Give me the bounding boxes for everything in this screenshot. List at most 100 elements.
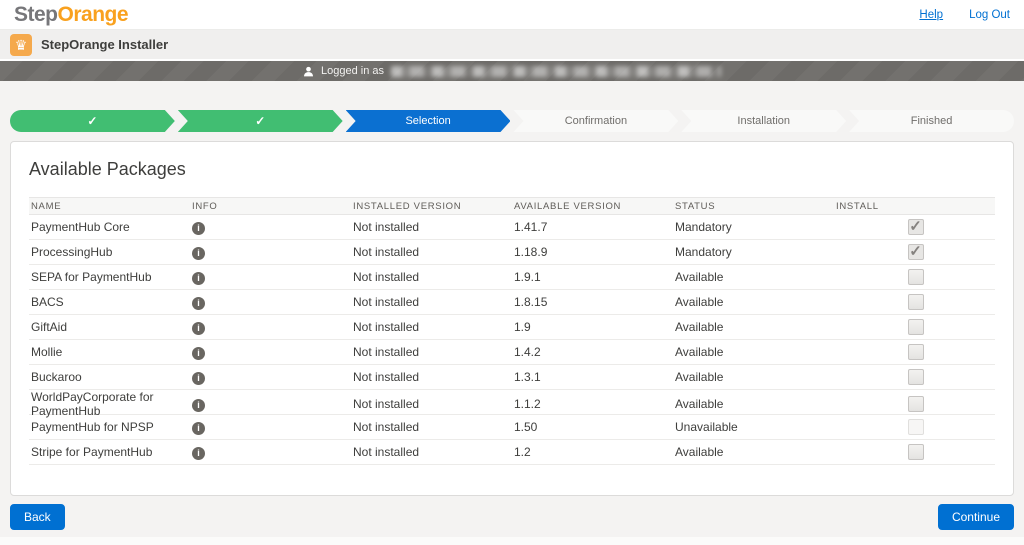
table-row: Buckaroo i Not installed 1.3.1 Available xyxy=(29,365,995,390)
continue-button[interactable]: Continue xyxy=(938,504,1014,530)
installed-version-cell: Not installed xyxy=(351,245,512,259)
info-cell: i xyxy=(190,320,351,335)
logout-link[interactable]: Log Out xyxy=(969,9,1010,21)
package-name-cell: Mollie xyxy=(29,345,190,359)
install-checkbox: ✓ xyxy=(908,219,924,235)
top-bar: StepOrange Help Log Out xyxy=(0,0,1024,30)
column-header-info: Info xyxy=(190,201,351,212)
user-icon xyxy=(303,66,314,77)
wizard-step-finished: Finished xyxy=(849,110,1014,132)
available-version-cell: 1.3.1 xyxy=(512,370,673,384)
column-header-status: Status xyxy=(673,201,834,212)
available-version-cell: 1.1.2 xyxy=(512,397,673,411)
info-cell: i xyxy=(190,445,351,460)
install-cell xyxy=(834,344,995,360)
status-cell: Mandatory xyxy=(673,245,834,259)
column-header-available-version: Available Version xyxy=(512,201,673,212)
available-version-cell: 1.9 xyxy=(512,320,673,334)
package-name-cell: BACS xyxy=(29,295,190,309)
wizard-step-confirmation: Confirmation xyxy=(513,110,678,132)
available-version-cell: 1.9.1 xyxy=(512,270,673,284)
table-row: SEPA for PaymentHub i Not installed 1.9.… xyxy=(29,265,995,290)
wizard-step-done-2: ✓ xyxy=(178,110,343,132)
install-checkbox xyxy=(908,419,924,435)
install-checkbox[interactable] xyxy=(908,269,924,285)
info-icon[interactable]: i xyxy=(192,322,205,335)
logged-in-bar: Logged in as xyxy=(0,61,1024,81)
table-row: Mollie i Not installed 1.4.2 Available xyxy=(29,340,995,365)
info-cell: i xyxy=(190,397,351,412)
install-cell xyxy=(834,319,995,335)
package-name-cell: SEPA for PaymentHub xyxy=(29,270,190,284)
install-cell xyxy=(834,396,995,412)
installed-version-cell: Not installed xyxy=(351,397,512,411)
logged-in-label: Logged in as xyxy=(321,65,384,77)
wizard-step-label: Confirmation xyxy=(565,115,627,127)
package-name-cell: WorldPayCorporate for PaymentHub xyxy=(29,390,190,418)
install-checkbox[interactable] xyxy=(908,369,924,385)
install-checkbox[interactable] xyxy=(908,396,924,412)
status-cell: Unavailable xyxy=(673,420,834,434)
info-icon[interactable]: i xyxy=(192,372,205,385)
info-cell: i xyxy=(190,370,351,385)
wizard-step-selection: Selection xyxy=(346,110,511,132)
install-checkbox: ✓ xyxy=(908,244,924,260)
help-link[interactable]: Help xyxy=(919,9,943,21)
package-name-cell: Stripe for PaymentHub xyxy=(29,445,190,459)
info-icon[interactable]: i xyxy=(192,272,205,285)
install-cell: ✓ xyxy=(834,219,995,235)
wizard: ✓ ✓ Selection Confirmation Installation … xyxy=(10,110,1014,132)
top-links: Help Log Out xyxy=(919,9,1010,21)
installed-version-cell: Not installed xyxy=(351,295,512,309)
logo-step-text: Step xyxy=(14,3,58,26)
table-header: Name Info Installed Version Available Ve… xyxy=(29,197,995,215)
available-version-cell: 1.8.15 xyxy=(512,295,673,309)
bottom-strip xyxy=(0,537,1024,545)
info-icon[interactable]: i xyxy=(192,447,205,460)
available-version-cell: 1.2 xyxy=(512,445,673,459)
back-button[interactable]: Back xyxy=(10,504,65,530)
status-cell: Available xyxy=(673,370,834,384)
install-cell xyxy=(834,444,995,460)
redacted-username xyxy=(391,66,721,77)
installed-version-cell: Not installed xyxy=(351,420,512,434)
footer-actions: Back Continue xyxy=(10,504,1014,530)
status-cell: Mandatory xyxy=(673,220,834,234)
install-cell xyxy=(834,369,995,385)
install-checkbox[interactable] xyxy=(908,319,924,335)
info-icon[interactable]: i xyxy=(192,297,205,310)
wizard-step-installation: Installation xyxy=(681,110,846,132)
info-icon[interactable]: i xyxy=(192,399,205,412)
info-cell: i xyxy=(190,295,351,310)
installed-version-cell: Not installed xyxy=(351,220,512,234)
install-checkbox[interactable] xyxy=(908,344,924,360)
install-checkbox[interactable] xyxy=(908,294,924,310)
status-cell: Available xyxy=(673,270,834,284)
info-icon[interactable]: i xyxy=(192,222,205,235)
status-cell: Available xyxy=(673,345,834,359)
table-row: ProcessingHub i Not installed 1.18.9 Man… xyxy=(29,240,995,265)
info-icon[interactable]: i xyxy=(192,347,205,360)
install-cell xyxy=(834,419,995,435)
crown-icon: ♛ xyxy=(10,34,32,56)
install-cell xyxy=(834,269,995,285)
steporange-logo: StepOrange xyxy=(14,0,128,30)
table-row: WorldPayCorporate for PaymentHub i Not i… xyxy=(29,390,995,415)
app-title-bar: ♛ StepOrange Installer xyxy=(0,30,1024,61)
table-row: GiftAid i Not installed 1.9 Available xyxy=(29,315,995,340)
column-header-name: Name xyxy=(29,201,190,212)
install-cell: ✓ xyxy=(834,244,995,260)
table-row: PaymentHub for NPSP i Not installed 1.50… xyxy=(29,415,995,440)
info-icon[interactable]: i xyxy=(192,422,205,435)
table-row: BACS i Not installed 1.8.15 Available xyxy=(29,290,995,315)
status-cell: Available xyxy=(673,397,834,411)
info-icon[interactable]: i xyxy=(192,247,205,260)
install-checkbox[interactable] xyxy=(908,444,924,460)
info-cell: i xyxy=(190,245,351,260)
info-cell: i xyxy=(190,220,351,235)
installed-version-cell: Not installed xyxy=(351,270,512,284)
table-body: PaymentHub Core i Not installed 1.41.7 M… xyxy=(29,215,995,465)
available-version-cell: 1.41.7 xyxy=(512,220,673,234)
installed-version-cell: Not installed xyxy=(351,345,512,359)
page-title: Available Packages xyxy=(29,159,995,180)
